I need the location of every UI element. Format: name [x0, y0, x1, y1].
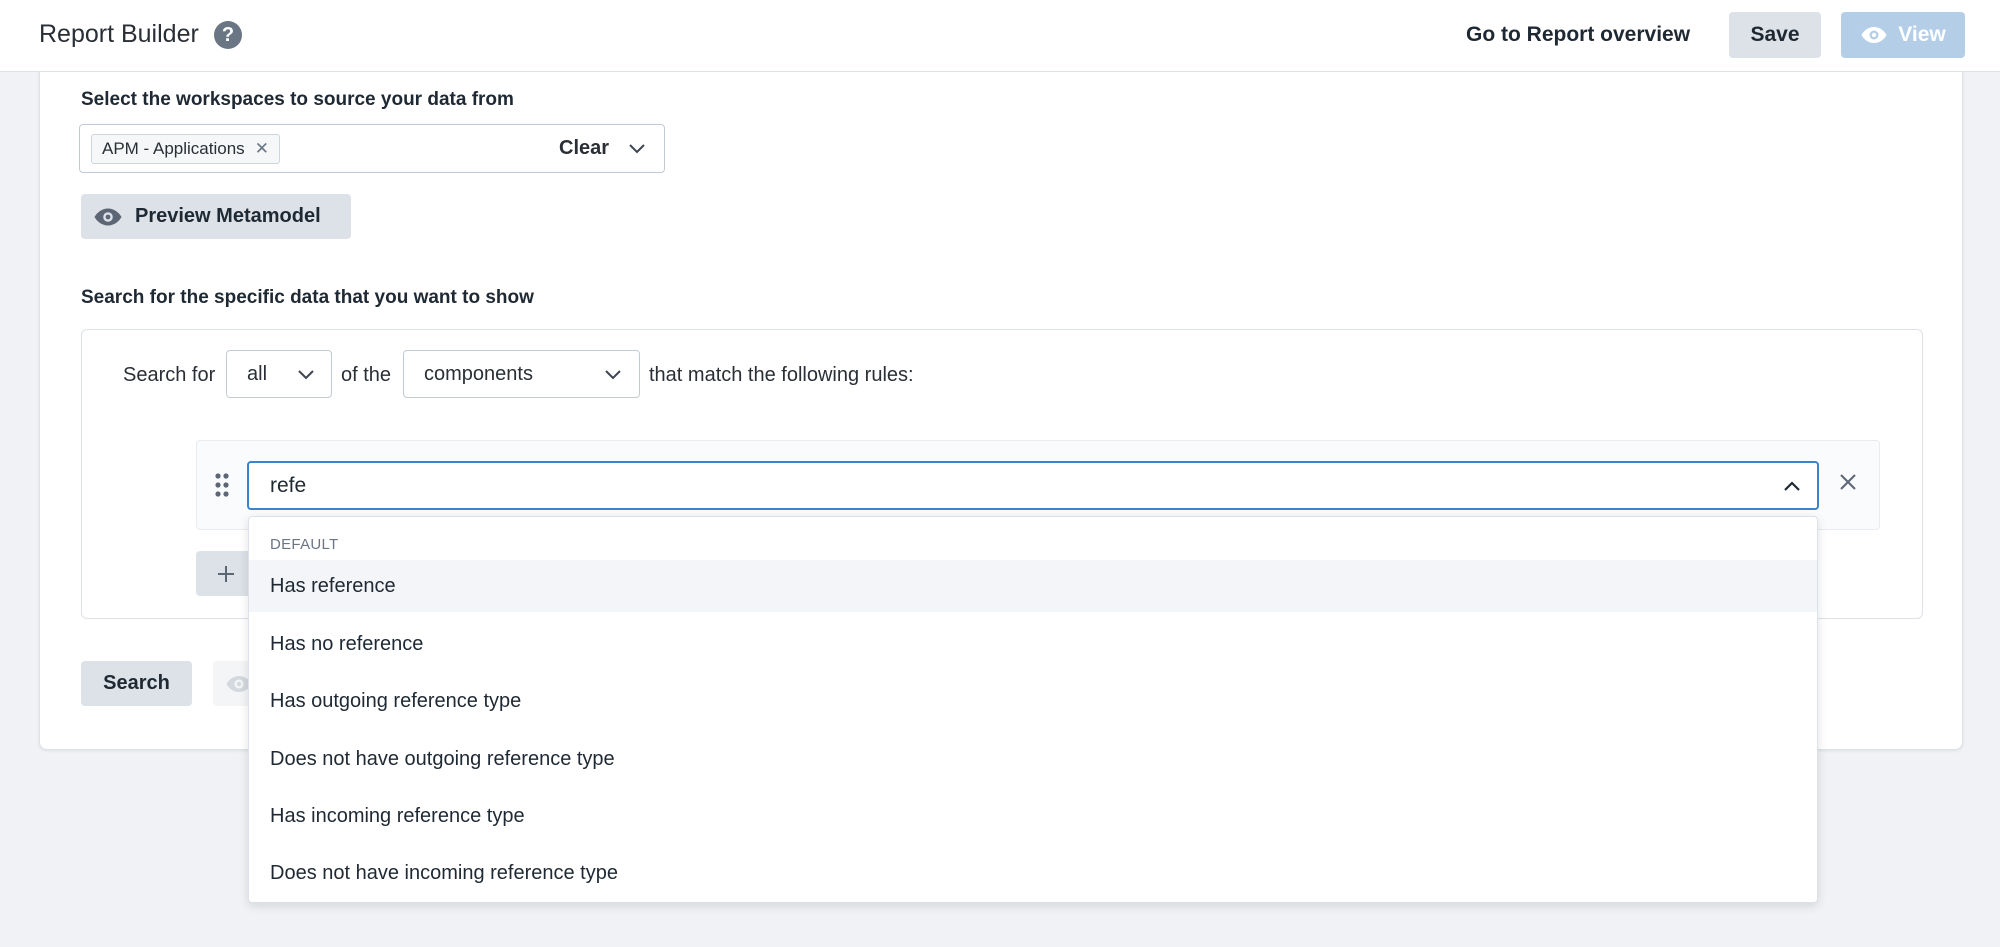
entity-value: components	[424, 362, 533, 385]
quantifier-select[interactable]: all	[226, 350, 332, 398]
chevron-down-icon[interactable]	[628, 142, 646, 156]
of-the-text: of the	[341, 364, 392, 386]
eye-icon	[1861, 27, 1887, 43]
entity-select[interactable]: components	[403, 350, 640, 398]
option-has-no-reference[interactable]: Has no reference	[249, 618, 1817, 670]
search-for-text: Search for	[123, 364, 216, 386]
chevron-down-icon	[298, 370, 314, 380]
app-header: Report Builder ? Go to Report overview S…	[0, 0, 2000, 72]
workspace-chip: APM - Applications ✕	[91, 134, 280, 164]
view-button-label: View	[1898, 23, 1946, 46]
plus-icon	[218, 565, 234, 582]
match-rules-text: that match the following rules:	[649, 364, 914, 386]
option-has-reference[interactable]: Has reference	[249, 560, 1817, 612]
rule-options-dropdown: DEFAULT Has reference Has no reference H…	[248, 516, 1818, 903]
quantifier-value: all	[247, 362, 268, 385]
option-group-label: DEFAULT	[270, 536, 339, 553]
option-not-incoming-reference-type[interactable]: Does not have incoming reference type	[249, 847, 1817, 899]
page-title: Report Builder	[39, 20, 199, 48]
question-circle-icon[interactable]: ?	[214, 21, 242, 49]
search-button[interactable]: Search	[81, 661, 192, 706]
workspaces-label: Select the workspaces to source your dat…	[81, 89, 514, 110]
option-has-incoming-reference-type[interactable]: Has incoming reference type	[249, 790, 1817, 842]
rule-input-value: refe	[270, 473, 307, 497]
rule-search-input[interactable]: refe	[247, 461, 1819, 510]
option-has-outgoing-reference-type[interactable]: Has outgoing reference type	[249, 675, 1817, 727]
preview-metamodel-label: Preview Metamodel	[135, 205, 321, 227]
chevron-down-icon	[605, 370, 621, 380]
add-rule-button[interactable]	[196, 551, 256, 596]
preview-metamodel-button[interactable]: Preview Metamodel	[81, 194, 351, 239]
drag-handle-icon[interactable]	[214, 472, 230, 498]
option-not-outgoing-reference-type[interactable]: Does not have outgoing reference type	[249, 733, 1817, 785]
go-to-report-overview-link[interactable]: Go to Report overview	[1466, 23, 1690, 47]
search-section-label: Search for the specific data that you wa…	[81, 287, 534, 308]
chevron-up-icon[interactable]	[1783, 479, 1801, 493]
remove-chip-icon[interactable]: ✕	[255, 139, 269, 159]
view-button[interactable]: View	[1841, 12, 1965, 58]
workspace-chip-label: APM - Applications	[102, 139, 245, 158]
save-button[interactable]: Save	[1729, 12, 1821, 58]
clear-button[interactable]: Clear	[559, 137, 609, 160]
workspace-multiselect[interactable]: APM - Applications ✕ Clear	[79, 124, 665, 173]
close-icon[interactable]	[1838, 472, 1858, 492]
eye-icon	[94, 208, 122, 225]
